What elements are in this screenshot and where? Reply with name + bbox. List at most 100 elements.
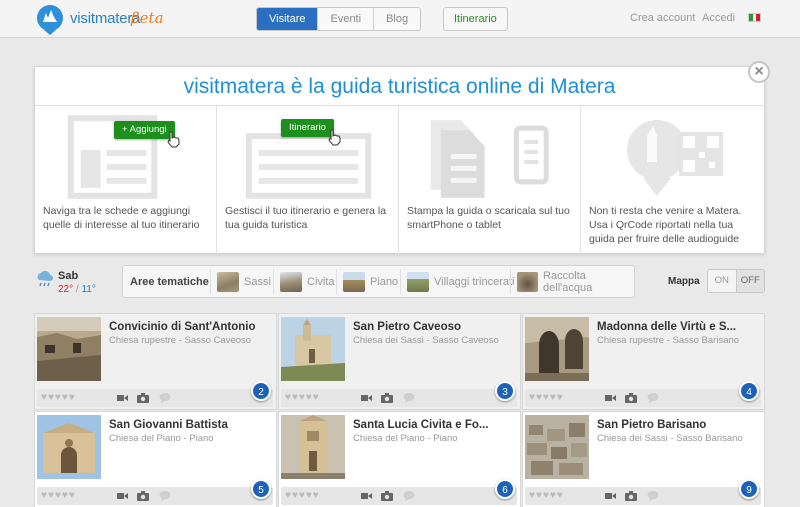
theme-villaggi-trincerati[interactable]: Villaggi trincerati <box>400 269 515 294</box>
camera-icon[interactable] <box>137 490 149 501</box>
italian-flag-icon[interactable] <box>748 13 761 22</box>
themes-label: Aree tematiche <box>130 276 209 288</box>
card-footer: ♥♥♥♥♥ <box>525 389 761 407</box>
video-icon[interactable] <box>605 490 617 501</box>
rating-hearts-icon[interactable]: ♥♥♥♥♥ <box>41 490 76 501</box>
video-icon[interactable] <box>117 490 129 501</box>
step-text: Naviga tra le schede e aggiungi quelle d… <box>43 205 200 231</box>
map-pin-badge[interactable]: 4 <box>739 381 759 401</box>
video-icon[interactable] <box>605 392 617 403</box>
place-subtitle: Chiesa dei Sassi - Sasso Barisano <box>597 433 743 444</box>
map-label: Mappa <box>668 276 700 287</box>
comment-icon[interactable] <box>647 490 659 501</box>
place-title[interactable]: San Giovanni Battista <box>109 419 270 431</box>
camera-icon[interactable] <box>625 490 637 501</box>
card-footer: ♥♥♥♥♥ <box>281 487 517 505</box>
place-thumbnail[interactable] <box>525 317 589 381</box>
video-icon[interactable] <box>117 392 129 403</box>
place-title[interactable]: Madonna delle Virtù e S... <box>597 321 758 333</box>
create-account-link[interactable]: Crea account <box>630 12 695 24</box>
place-thumbnail[interactable] <box>525 415 589 479</box>
place-subtitle: Chiesa del Piano - Piano <box>353 433 458 444</box>
video-icon[interactable] <box>361 490 373 501</box>
theme-thumbnail <box>343 271 365 292</box>
map-pin-badge[interactable]: 6 <box>495 479 515 499</box>
rating-hearts-icon[interactable]: ♥♥♥♥♥ <box>285 392 320 403</box>
place-card[interactable]: Madonna delle Virtù e S... Chiesa rupest… <box>522 313 765 410</box>
map-pin-badge[interactable]: 9 <box>739 479 759 499</box>
map-toggle[interactable]: ON OFF <box>707 269 765 293</box>
rating-hearts-icon[interactable]: ♥♥♥♥♥ <box>285 490 320 501</box>
comment-icon[interactable] <box>403 392 415 403</box>
theme-raccolta-acqua[interactable]: Raccolta dell'acqua <box>510 269 634 294</box>
cloud-rain-icon <box>37 270 53 287</box>
tab-eventi[interactable]: Eventi <box>317 8 373 30</box>
map-off-option[interactable]: OFF <box>735 270 764 292</box>
rating-hearts-icon[interactable]: ♥♥♥♥♥ <box>529 392 564 403</box>
place-subtitle: Chiesa rupestre - Sasso Caveoso <box>109 335 252 346</box>
step-print: Stampa la guida o scaricala sul tuo smar… <box>399 106 581 254</box>
place-title[interactable]: Convicinio di Sant'Antonio <box>109 321 270 333</box>
step-add: + Aggiungi Naviga tra le schede e aggiun… <box>35 106 217 254</box>
theme-label: Sassi <box>244 275 271 288</box>
card-footer: ♥♥♥♥♥ <box>525 487 761 505</box>
theme-thumbnail <box>407 271 429 292</box>
print-mobile-illustration-icon <box>430 120 549 198</box>
place-title[interactable]: San Pietro Caveoso <box>353 321 514 333</box>
camera-icon[interactable] <box>381 392 393 403</box>
itinerary-button[interactable]: Itinerario <box>443 7 508 31</box>
main-tabs: Visitare Eventi Blog <box>256 7 422 31</box>
map-pin-badge[interactable]: 2 <box>251 381 271 401</box>
place-title[interactable]: San Pietro Barisano <box>597 419 758 431</box>
logo-pin-icon[interactable] <box>34 4 66 36</box>
theme-label: Raccolta dell'acqua <box>543 269 593 294</box>
theme-label: Villaggi trincerati <box>434 275 515 288</box>
comment-icon[interactable] <box>647 392 659 403</box>
map-pin-badge[interactable]: 5 <box>251 479 271 499</box>
thematic-areas-bar: Aree tematiche Sassi Civita Piano Villag… <box>122 265 635 298</box>
place-card[interactable]: Santa Lucia Civita e Fo... Chiesa del Pi… <box>278 411 521 507</box>
place-card[interactable]: San Pietro Caveoso Chiesa dei Sassi - Sa… <box>278 313 521 410</box>
comment-icon[interactable] <box>403 490 415 501</box>
theme-thumbnail <box>217 271 239 292</box>
theme-civita[interactable]: Civita <box>273 269 335 294</box>
theme-piano[interactable]: Piano <box>336 269 398 294</box>
close-intro-button[interactable]: × <box>748 61 770 83</box>
place-card[interactable]: San Giovanni Battista Chiesa del Piano -… <box>34 411 277 507</box>
map-pin-badge[interactable]: 3 <box>495 381 515 401</box>
map-on-option[interactable]: ON <box>708 270 736 292</box>
theme-sassi[interactable]: Sassi <box>210 269 271 294</box>
rating-hearts-icon[interactable]: ♥♥♥♥♥ <box>529 490 564 501</box>
temp-max: 22° <box>58 284 74 295</box>
camera-icon[interactable] <box>625 392 637 403</box>
card-footer: ♥♥♥♥♥ <box>37 487 273 505</box>
card-footer: ♥♥♥♥♥ <box>281 389 517 407</box>
theme-label: Civita <box>307 275 335 288</box>
comment-icon[interactable] <box>159 490 171 501</box>
theme-thumbnail <box>280 271 302 292</box>
brand-name[interactable]: visitmatera <box>70 10 141 27</box>
comment-icon[interactable] <box>159 392 171 403</box>
place-thumbnail[interactable] <box>37 415 101 479</box>
places-grid: Convicinio di Sant'Antonio Chiesa rupest… <box>34 313 765 507</box>
place-subtitle: Chiesa del Piano - Piano <box>109 433 214 444</box>
rating-hearts-icon[interactable]: ♥♥♥♥♥ <box>41 392 76 403</box>
camera-icon[interactable] <box>137 392 149 403</box>
login-link[interactable]: Accedi <box>702 12 735 24</box>
place-card[interactable]: San Pietro Barisano Chiesa dei Sassi - S… <box>522 411 765 507</box>
top-navigation-bar: visitmatera βeta Visitare Eventi Blog It… <box>0 0 800 38</box>
weather-temperature: 22° / 11° <box>58 284 96 295</box>
place-thumbnail[interactable] <box>281 317 345 381</box>
place-thumbnail[interactable] <box>281 415 345 479</box>
tab-visitare[interactable]: Visitare <box>257 8 318 30</box>
place-thumbnail[interactable] <box>37 317 101 381</box>
qrcode-illustration-icon <box>627 120 723 196</box>
camera-icon[interactable] <box>381 490 393 501</box>
step-visit: Non ti resta che venire a Matera. Usa i … <box>581 106 766 254</box>
tab-blog[interactable]: Blog <box>373 8 420 30</box>
place-title[interactable]: Santa Lucia Civita e Fo... <box>353 419 514 431</box>
hand-cursor-icon <box>328 129 341 146</box>
place-subtitle: Chiesa dei Sassi - Sasso Caveoso <box>353 335 499 346</box>
video-icon[interactable] <box>361 392 373 403</box>
place-card[interactable]: Convicinio di Sant'Antonio Chiesa rupest… <box>34 313 277 410</box>
